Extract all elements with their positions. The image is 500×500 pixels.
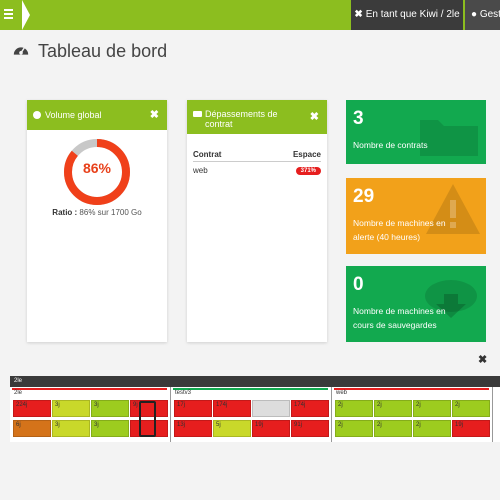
volume-panel-header: Volume global ✖ (27, 100, 167, 130)
group-name: 2le (14, 390, 23, 396)
selected-machine-outline (139, 401, 156, 437)
page-header: Tableau de bord (12, 38, 167, 64)
machine-group-2: web 2j 2j 2j 2j 2j 2j 2j 19j (332, 387, 493, 442)
machines-status-band: 2le 2le 224j 3j 3j 9j 6j 3j 3j testv3 17j 174j 174j… (10, 376, 500, 442)
ratio-value: 86% sur 1700 Go (79, 208, 142, 217)
backup-machines-label: Nombre de machines en cours de sauvegard… (353, 306, 446, 330)
contracts-tile[interactable]: 3 Nombre de contrats (346, 100, 486, 164)
overrun-table-header: Contrat Espace (193, 150, 321, 162)
machine-cell[interactable]: 3j (91, 420, 129, 437)
machine-cell[interactable]: 2j (413, 420, 451, 437)
machine-cell[interactable]: 2j (413, 400, 451, 417)
backup-machines-count: 0 (353, 274, 364, 295)
band-header: 2le (10, 376, 500, 387)
ratio-label: Ratio : (52, 208, 78, 217)
machine-cell[interactable]: 2j (374, 420, 412, 437)
contract-overrun-panel: Dépassements de contrat ✖ Contrat Espace… (187, 100, 327, 342)
folder-open-icon (193, 111, 202, 117)
group-name: testv3 (175, 390, 192, 396)
group-status-bar (173, 388, 328, 390)
manage-button[interactable]: ● Gest (465, 0, 500, 30)
volume-percent: 86% (82, 160, 112, 176)
close-band-button[interactable]: ✖ (478, 353, 487, 366)
user-icon: ● (471, 9, 478, 20)
machine-cell[interactable]: 3j (91, 400, 129, 417)
column-header-space: Espace (292, 150, 321, 159)
volume-panel: Volume global ✖ 86% Ratio : 86% sur 1700… (27, 100, 167, 342)
group-status-bar (334, 388, 489, 390)
volume-panel-title: Volume global (45, 110, 102, 120)
machine-cell[interactable]: 224j (13, 400, 51, 417)
machine-cell[interactable]: 3j (52, 400, 90, 417)
user-context-label: En tant que Kiwi / 2le (365, 9, 460, 20)
top-navbar: ✖ En tant que Kiwi / 2le ● Gest (0, 0, 500, 30)
hamburger-icon (4, 9, 13, 11)
pie-chart-icon (33, 111, 41, 119)
machine-cell[interactable]: 2j (335, 420, 373, 437)
backup-machines-tile[interactable]: 0 Nombre de machines en cours de sauvega… (346, 266, 486, 342)
group-status-bar (12, 388, 167, 390)
machine-cell[interactable]: 19j (452, 420, 490, 437)
table-row[interactable]: web 371% (193, 166, 321, 175)
machine-cell[interactable]: 13j (174, 420, 212, 437)
machine-cell[interactable]: 5j (213, 420, 251, 437)
space-badge: 371% (295, 166, 321, 175)
machine-cell[interactable] (252, 400, 290, 417)
close-panel-button[interactable]: ✖ (150, 100, 159, 130)
alert-machines-label: Nombre de machines en alerte (40 heures) (353, 218, 446, 242)
volume-ratio: Ratio : 86% sur 1700 Go (27, 208, 167, 217)
column-header-contract: Contrat (193, 150, 222, 159)
group-name: web (336, 390, 348, 396)
machine-group-1: testv3 17j 174j 174j 13j 5j 19j 91j (171, 387, 332, 442)
menu-toggle-button[interactable] (4, 7, 18, 23)
close-icon: ✖ (354, 9, 363, 20)
user-context-button[interactable]: ✖ En tant que Kiwi / 2le (351, 0, 463, 30)
alert-machines-count: 29 (353, 186, 375, 207)
machine-cell[interactable]: 174j (213, 400, 251, 417)
machine-cell[interactable]: 174j (291, 400, 329, 417)
machine-cell[interactable]: 91j (291, 420, 329, 437)
overrun-panel-title: Dépassements de contrat (205, 109, 278, 129)
machine-cell[interactable]: 3j (52, 420, 90, 437)
machine-cell[interactable]: 2j (452, 400, 490, 417)
alert-machines-tile[interactable]: 29 Nombre de machines en alerte (40 heur… (346, 178, 486, 254)
close-panel-button[interactable]: ✖ (310, 112, 319, 123)
machine-cell[interactable]: 2j (335, 400, 373, 417)
manage-label: Gest (479, 9, 500, 20)
machine-cell[interactable]: 2j (374, 400, 412, 417)
contracts-label: Nombre de contrats (353, 140, 428, 150)
contract-name[interactable]: web (193, 166, 208, 175)
contracts-count: 3 (353, 108, 364, 129)
machine-cell[interactable]: 19j (252, 420, 290, 437)
dashboard-icon (13, 47, 29, 55)
page-title: Tableau de bord (38, 40, 168, 61)
chevron-right-icon (22, 0, 30, 30)
overrun-panel-header: Dépassements de contrat ✖ (187, 100, 327, 134)
machine-cell[interactable]: 6j (13, 420, 51, 437)
machine-cell[interactable]: 17j (174, 400, 212, 417)
